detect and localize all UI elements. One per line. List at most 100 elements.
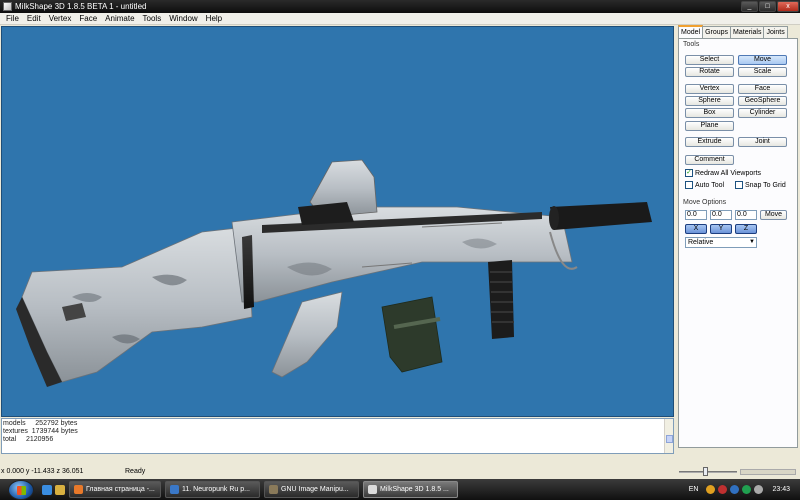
taskbar-item-firefox[interactable]: Главная страница -...	[69, 481, 161, 498]
bluetooth-icon[interactable]	[730, 485, 740, 494]
rifle-magazine	[381, 296, 443, 373]
move-x-field[interactable]: 0.0	[685, 210, 707, 220]
face-tool-button[interactable]: Face	[738, 84, 787, 94]
move-mode-value: Relative	[688, 239, 714, 246]
menu-tools[interactable]: Tools	[139, 14, 166, 23]
tab-joints[interactable]: Joints	[763, 26, 788, 38]
move-y-field[interactable]: 0.0	[710, 210, 732, 220]
switch-windows-icon[interactable]	[55, 484, 65, 495]
box-tool-button[interactable]: Box	[685, 108, 734, 118]
tab-materials[interactable]: Materials	[730, 26, 765, 38]
milkshape-icon	[368, 485, 377, 494]
extrude-tool-button[interactable]: Extrude	[685, 137, 734, 147]
menu-file[interactable]: File	[2, 14, 23, 23]
rifle-suppressor	[550, 202, 652, 230]
move-z-field[interactable]: 0.0	[735, 210, 757, 220]
window-title: MilkShape 3D 1.8.5 BETA 1 - untitled	[15, 2, 147, 11]
scale-tool-button[interactable]: Scale	[738, 67, 787, 77]
rotate-tool-button[interactable]: Rotate	[685, 67, 734, 77]
quick-launch	[42, 484, 65, 495]
snap-to-grid-checkbox[interactable]	[735, 181, 743, 189]
milkshape-app-icon	[3, 2, 12, 11]
browser-icon	[170, 485, 179, 494]
start-button[interactable]	[8, 479, 34, 500]
rifle-stock	[21, 226, 253, 383]
model-tab-content: Tools Select Move Rotate Scale Vertex Fa…	[678, 38, 798, 448]
chevron-down-icon: ▼	[749, 239, 755, 245]
windows-taskbar: Главная страница -... 11. Neuropunk Ru p…	[0, 479, 800, 500]
plane-tool-button[interactable]: Plane	[685, 121, 734, 131]
network-icon[interactable]	[706, 485, 716, 494]
taskbar-item-milkshape[interactable]: MilkShape 3D 1.8.5 ...	[363, 481, 458, 498]
tools-section-label: Tools	[683, 41, 700, 48]
menu-help[interactable]: Help	[202, 14, 226, 23]
status-text: Ready	[125, 468, 146, 475]
sphere-tool-button[interactable]: Sphere	[685, 96, 734, 106]
axis-y-toggle[interactable]: Y	[710, 224, 732, 234]
vertex-tool-button[interactable]: Vertex	[685, 84, 734, 94]
move-tool-button[interactable]: Move	[738, 55, 787, 65]
gimp-icon	[269, 485, 278, 494]
animation-slider-thumb[interactable]	[703, 467, 708, 476]
taskbar-item-label: MilkShape 3D 1.8.5 ...	[380, 486, 449, 493]
snap-to-grid-label: Snap To Grid	[745, 181, 786, 189]
cursor-coordinates: x 0.000 y -11.433 z 36.051	[1, 468, 84, 475]
status-bar: x 0.000 y -11.433 z 36.051 Ready	[0, 465, 800, 479]
firefox-icon	[74, 485, 83, 494]
language-indicator[interactable]: EN	[689, 486, 699, 493]
system-tray: EN 23:43	[689, 479, 800, 500]
rifle-model-render	[16, 159, 652, 387]
menu-animate[interactable]: Animate	[101, 14, 138, 23]
taskbar-item-browser[interactable]: 11. Neuropunk Ru p...	[165, 481, 260, 498]
redraw-all-viewports-label: Redraw All Viewports	[695, 169, 762, 177]
log-scrollbar-thumb[interactable]	[666, 435, 673, 443]
frame-scrollbar[interactable]	[740, 469, 796, 475]
move-mode-select[interactable]: Relative ▼	[685, 237, 757, 248]
comment-button[interactable]: Comment	[685, 155, 734, 165]
connection-icon[interactable]	[742, 485, 752, 494]
log-line-textures: textures 1739744 bytes	[3, 428, 78, 435]
tab-groups[interactable]: Groups	[702, 26, 732, 38]
redraw-all-viewports-checkbox[interactable]: ✓	[685, 169, 693, 177]
taskbar-item-label: Главная страница -...	[86, 486, 155, 493]
taskbar-item-gimp[interactable]: GNU Image Manipu...	[264, 481, 359, 498]
log-scrollbar[interactable]	[664, 419, 673, 453]
minimize-button[interactable]: _	[741, 1, 758, 12]
maximize-button[interactable]: □	[759, 1, 776, 12]
menu-edit[interactable]: Edit	[23, 14, 45, 23]
geosphere-tool-button[interactable]: GeoSphere	[738, 96, 787, 106]
auto-tool-row[interactable]: Auto Tool	[685, 181, 724, 189]
menu-vertex[interactable]: Vertex	[45, 14, 76, 23]
volume-icon[interactable]	[754, 485, 764, 494]
joint-tool-button[interactable]: Joint	[738, 137, 787, 147]
tab-model[interactable]: Model	[678, 25, 704, 38]
menu-window[interactable]: Window	[165, 14, 201, 23]
auto-tool-label: Auto Tool	[695, 181, 725, 189]
taskbar-item-label: 11. Neuropunk Ru p...	[182, 486, 250, 493]
windows-logo-icon	[17, 485, 26, 495]
show-desktop-icon[interactable]	[42, 484, 52, 495]
menu-bar: File Edit Vertex Face Animate Tools Wind…	[0, 13, 800, 25]
window-controls: _ □ x	[741, 1, 799, 12]
apply-move-button[interactable]: Move	[760, 210, 787, 220]
snap-to-grid-row[interactable]: Snap To Grid	[735, 181, 786, 189]
select-tool-button[interactable]: Select	[685, 55, 734, 65]
title-bar: MilkShape 3D 1.8.5 BETA 1 - untitled _ □…	[0, 0, 800, 13]
3d-viewport[interactable]	[1, 26, 674, 417]
animation-slider-track[interactable]	[679, 471, 737, 473]
cylinder-tool-button[interactable]: Cylinder	[738, 108, 787, 118]
axis-z-toggle[interactable]: Z	[735, 224, 757, 234]
model-info-log: models 252792 bytes textures 1739744 byt…	[1, 418, 674, 454]
log-line-models: models 252792 bytes	[3, 420, 78, 427]
close-button[interactable]: x	[777, 1, 799, 12]
menu-face[interactable]: Face	[75, 14, 101, 23]
taskbar-item-label: GNU Image Manipu...	[281, 486, 349, 493]
panel-tabs: Model Groups Materials Joints	[676, 25, 800, 38]
redraw-all-viewports-row[interactable]: ✓ Redraw All Viewports	[685, 169, 761, 177]
antivirus-icon[interactable]	[718, 485, 728, 494]
auto-tool-checkbox[interactable]	[685, 181, 693, 189]
system-clock[interactable]: 23:43	[772, 486, 790, 493]
axis-x-toggle[interactable]: X	[685, 224, 707, 234]
rifle-pistol-grip	[271, 291, 343, 378]
tool-panel: Model Groups Materials Joints Tools Sele…	[676, 25, 800, 465]
